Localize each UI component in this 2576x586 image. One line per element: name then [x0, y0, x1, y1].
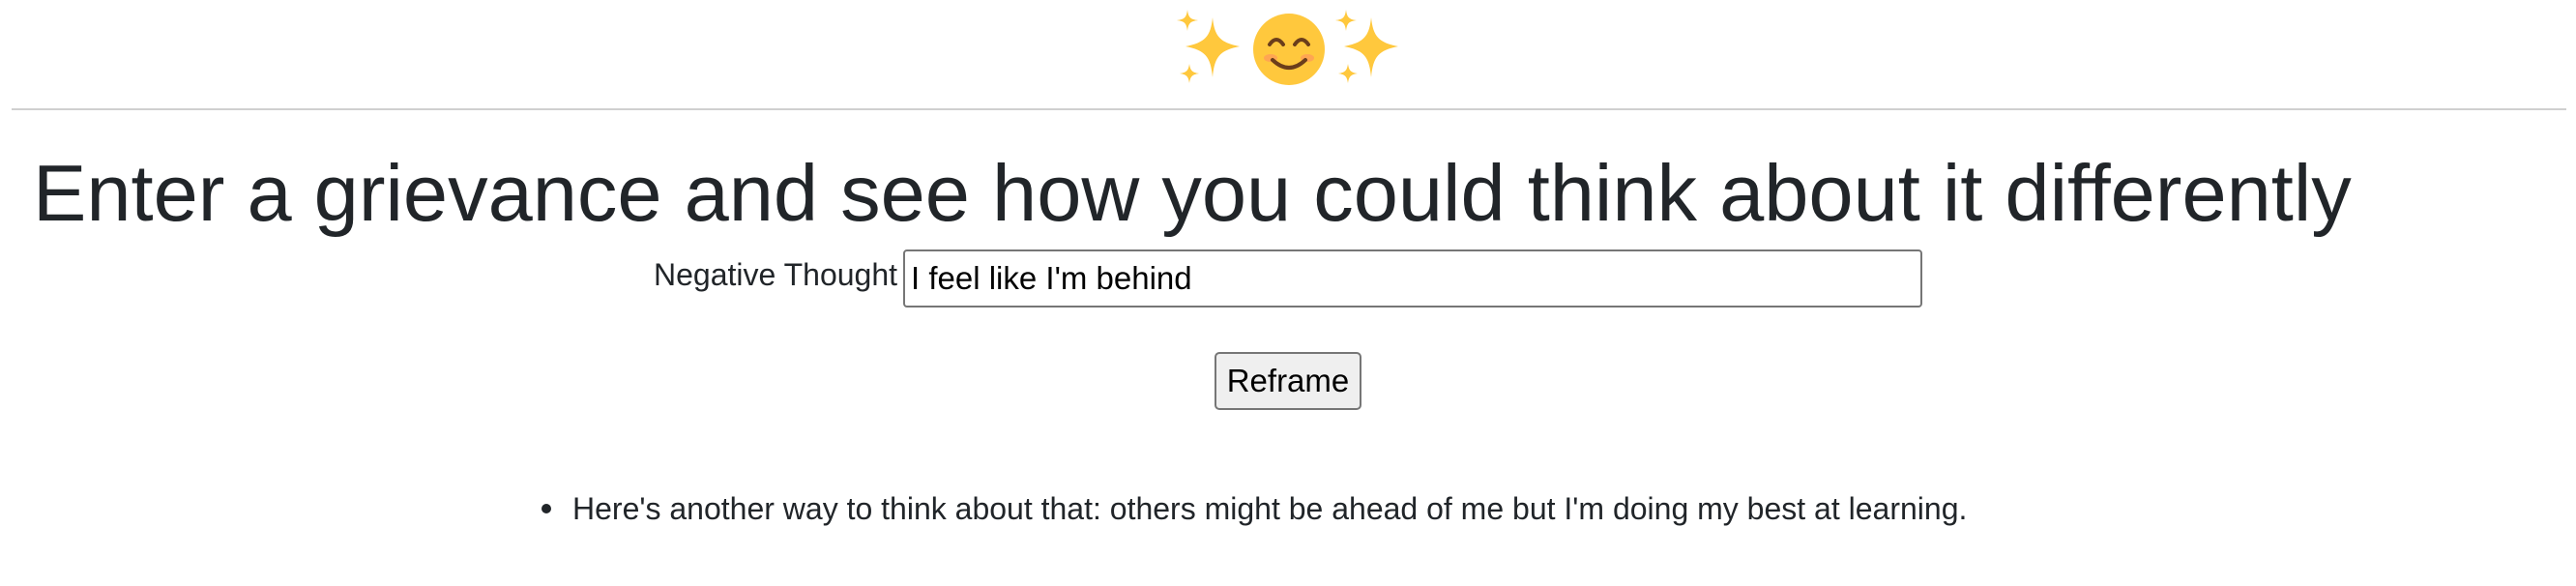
- header-divider: [12, 108, 2566, 110]
- negative-thought-label: Negative Thought: [654, 257, 898, 292]
- page-title: Enter a grievance and see how you could …: [33, 148, 2352, 238]
- smiling-face-icon: [1253, 14, 1325, 85]
- header: [0, 0, 2576, 101]
- sparkles-icon: [1335, 10, 1398, 83]
- reframe-result-item: Here's another way to think about that: …: [542, 487, 1967, 530]
- reframe-results-list: Here's another way to think about that: …: [542, 487, 1967, 530]
- reframe-result-text: Here's another way to think about that: …: [572, 491, 1968, 526]
- emoji-banner: [1170, 4, 1406, 93]
- reframe-button[interactable]: Reframe: [1215, 352, 1361, 410]
- negative-thought-input[interactable]: [903, 249, 1922, 308]
- sparkles-icon: [1177, 10, 1240, 83]
- bullet-icon: [542, 504, 551, 513]
